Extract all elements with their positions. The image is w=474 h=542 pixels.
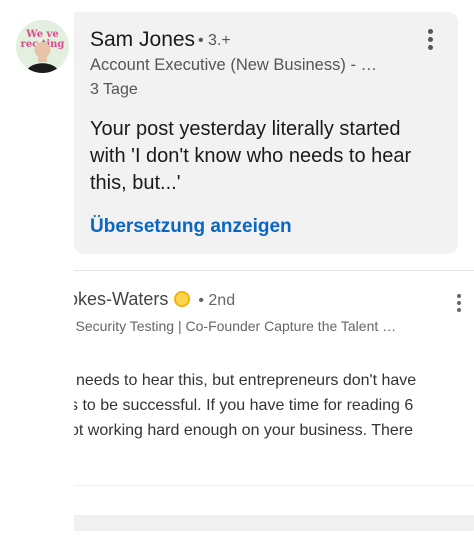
post-author-name[interactable]: okes-Waters	[74, 289, 168, 309]
background-post-card: okes-Waters • 2nd | Security Testing | Co…	[74, 270, 474, 531]
post-connection-degree: • 2nd	[198, 292, 236, 309]
comment-text: Your post yesterday literally started wi…	[90, 118, 412, 194]
post-author-row[interactable]: okes-Waters • 2nd	[74, 289, 235, 310]
comment-bubble: Sam Jones • 3.+ Account Executive (New B…	[74, 12, 458, 254]
post-text-line-1: needs to hear this, but entrepreneurs do…	[76, 372, 417, 389]
post-author-headline: | Security Testing | Co-Founder Capture …	[74, 318, 397, 334]
comment-author-headline: Account Executive (New Business) - …	[90, 56, 378, 74]
sun-badge-icon	[174, 291, 191, 307]
avatar-image: We ve rec ting	[16, 20, 69, 73]
comment-connection-degree: • 3.+	[198, 32, 231, 49]
comment-timestamp: 3 Tage	[90, 81, 138, 98]
post-text-line-2: s to be successful. If you have time for…	[74, 397, 414, 414]
three-dots-vertical-icon[interactable]	[420, 26, 440, 52]
post-more-icon[interactable]	[457, 294, 461, 312]
post-divider	[74, 485, 474, 486]
commenter-avatar[interactable]: We ve rec ting	[16, 20, 69, 73]
background-post-clip: okes-Waters • 2nd | Security Testing | Co…	[74, 271, 474, 531]
comment-author-name[interactable]: Sam Jones	[90, 28, 195, 52]
post-text-line-3: ot working hard enough on your business.…	[74, 422, 414, 439]
post-footer-bar	[74, 515, 474, 531]
show-translation-link[interactable]: Übersetzung anzeigen	[90, 216, 292, 238]
